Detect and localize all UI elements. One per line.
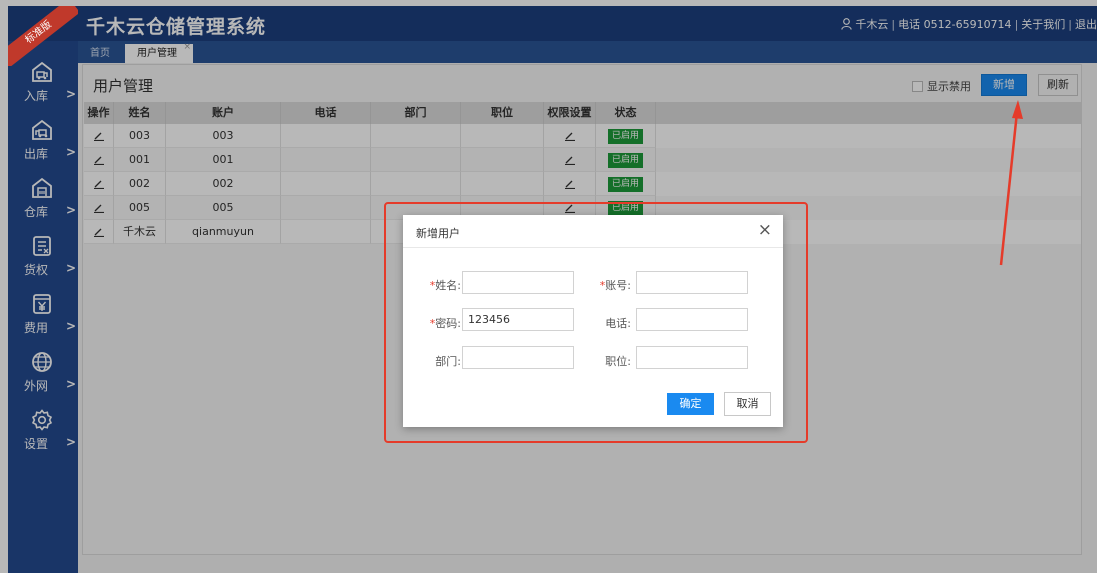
password-label: *密码: xyxy=(416,315,461,331)
close-icon[interactable]: × xyxy=(758,220,772,240)
confirm-button[interactable]: 确定 xyxy=(667,393,714,415)
edition-ribbon: 标准版 xyxy=(8,6,78,66)
dialog-header: 新增用户 × xyxy=(403,215,783,248)
account-label-text: 账号: xyxy=(605,279,631,292)
dept-label: 部门: xyxy=(435,355,461,368)
dept-field[interactable] xyxy=(462,346,574,369)
edition-ribbon-label: 标准版 xyxy=(8,6,78,66)
position-field[interactable] xyxy=(636,346,748,369)
password-label-text: 密码: xyxy=(435,317,461,330)
position-label: 职位: xyxy=(605,355,631,368)
add-user-dialog: 新增用户 × *姓名: *账号: *密码: 123456 电话: 部门: 职位:… xyxy=(403,215,783,427)
phone-field[interactable] xyxy=(636,308,748,331)
name-label-text: 姓名: xyxy=(435,279,461,292)
cancel-button[interactable]: 取消 xyxy=(724,392,771,416)
account-label: *账号: xyxy=(586,277,631,293)
phone-label: 电话: xyxy=(605,317,631,330)
name-label: *姓名: xyxy=(416,277,461,293)
password-field[interactable]: 123456 xyxy=(462,308,574,331)
name-field[interactable] xyxy=(462,271,574,294)
dialog-title: 新增用户 xyxy=(416,227,460,240)
account-field[interactable] xyxy=(636,271,748,294)
